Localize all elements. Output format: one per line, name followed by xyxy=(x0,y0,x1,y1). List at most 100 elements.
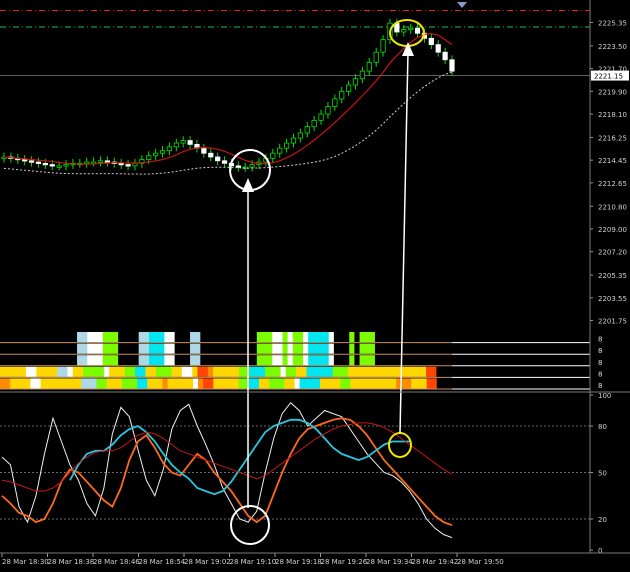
heatmap-cell xyxy=(292,332,299,343)
heatmap-cell xyxy=(203,378,209,389)
oscillator-tick-label: 80 xyxy=(598,423,607,431)
heatmap-cell xyxy=(395,343,402,354)
chart-canvas[interactable]: 2225.352223.502221.702219.902218.102216.… xyxy=(0,0,630,568)
heatmap-cell xyxy=(364,332,371,343)
heatmap-cell xyxy=(184,332,191,343)
heatmap-cell xyxy=(71,343,78,354)
heatmap-cell xyxy=(60,378,67,389)
heatmap-cell xyxy=(61,343,68,354)
heatmap-cell xyxy=(41,332,47,343)
heatmap-cell xyxy=(287,355,294,366)
heatmap-cell xyxy=(138,355,145,366)
heatmap-row-label: 8 xyxy=(598,382,602,390)
heatmap-cell xyxy=(308,332,314,343)
candle-body xyxy=(28,160,35,163)
heatmap-cell xyxy=(380,343,386,354)
candle-body xyxy=(104,160,110,163)
heatmap-cell xyxy=(323,355,330,366)
heatmap-cell xyxy=(111,378,118,389)
time-tick-label: 28 Mar 18:38 xyxy=(48,558,95,566)
candle-body xyxy=(339,90,345,100)
heatmap-cell xyxy=(10,343,16,354)
heatmap-cell xyxy=(251,343,258,354)
price-panel[interactable]: 2225.352223.502221.702219.902218.102216.… xyxy=(0,10,629,326)
heatmap-cell xyxy=(161,366,167,377)
heatmap-cell xyxy=(83,366,89,377)
heatmap-cell xyxy=(226,332,232,343)
heatmap-cell xyxy=(436,366,443,377)
heatmap-cell xyxy=(123,343,129,354)
heatmap-cell xyxy=(143,332,150,343)
heatmap-cell xyxy=(5,332,11,343)
heatmap-cell xyxy=(441,332,448,343)
heatmap-cell xyxy=(441,366,448,377)
heatmap-cell xyxy=(303,355,309,366)
heatmap-cell xyxy=(0,332,6,343)
heatmap-cell xyxy=(87,332,93,343)
heatmap-cell xyxy=(284,378,290,389)
heatmap-cell xyxy=(316,366,323,377)
heatmap-cell xyxy=(20,332,27,343)
heatmap-cell xyxy=(238,378,245,389)
price-tick-label: 2207.20 xyxy=(598,249,627,257)
heatmap-cell xyxy=(162,378,168,389)
heatmap-cell xyxy=(416,343,422,354)
heatmap-cell xyxy=(261,332,268,343)
heatmap-cell xyxy=(128,355,134,366)
heatmap-cell xyxy=(97,343,104,354)
time-tick-label: 28 Mar 19:34 xyxy=(366,558,413,566)
heatmap-cell xyxy=(169,355,176,366)
heatmap-cell xyxy=(420,366,427,377)
ma-fast-line xyxy=(3,32,453,165)
oscillator-panel[interactable]: 100 80 50 20 0 xyxy=(0,392,611,555)
heatmap-cell xyxy=(157,378,163,389)
heatmap-cell xyxy=(5,343,11,354)
heatmap-cell xyxy=(62,366,68,377)
heatmap-cell xyxy=(220,332,227,343)
heatmap-cell xyxy=(30,355,37,366)
heatmap-cell xyxy=(297,343,304,354)
heatmap-cell xyxy=(421,332,427,343)
heatmap-cell xyxy=(208,378,214,389)
time-tick-label: 28 Mar 19:26 xyxy=(321,558,368,566)
candle-body xyxy=(173,142,179,148)
heatmap-cell xyxy=(213,366,219,377)
candle-body xyxy=(159,150,166,154)
heatmap-cell xyxy=(261,343,268,354)
heatmap-cell xyxy=(72,366,79,377)
heatmap-cell xyxy=(354,332,360,343)
heatmap-cell xyxy=(323,332,330,343)
heatmap-cell xyxy=(323,343,330,354)
heatmap-cell xyxy=(410,332,417,343)
heatmap-cell xyxy=(303,343,309,354)
price-tick-label: 2210.80 xyxy=(598,203,627,211)
heatmap-cell xyxy=(129,366,136,377)
oscillator-series-line xyxy=(1,417,453,527)
heatmap-cell xyxy=(187,378,194,389)
heatmap-cell xyxy=(190,355,196,366)
heatmap-cell xyxy=(248,378,255,389)
candle-body xyxy=(180,140,186,144)
heatmap-cell xyxy=(405,332,412,343)
time-tick-label: 28 Mar 19:42 xyxy=(412,558,459,566)
heatmap-cell xyxy=(195,343,201,354)
heatmap-cell xyxy=(421,378,428,389)
heatmap-cell xyxy=(318,332,324,343)
heatmap-cell xyxy=(354,343,360,354)
trading-chart[interactable]: 2225.35 2223.50 2221.70 2219.90 2218.10 2216.… xyxy=(0,0,630,568)
heatmap-cell xyxy=(114,366,120,377)
heatmap-cell xyxy=(31,366,37,377)
heatmap-cell xyxy=(102,332,109,343)
heatmap-cell xyxy=(385,332,391,343)
heatmap-cell xyxy=(15,378,21,389)
candle-body xyxy=(215,156,221,162)
heatmap-cell xyxy=(174,343,181,354)
candle-body xyxy=(332,98,338,107)
heatmap-cell xyxy=(192,378,199,389)
heatmap-cell xyxy=(154,332,160,343)
candle-body xyxy=(297,132,303,139)
heatmap-cell xyxy=(359,355,366,366)
heatmap-cell xyxy=(325,378,331,389)
heatmap-cell xyxy=(363,366,370,377)
signal-heatmap-panel[interactable]: 8 8 8 8 8 xyxy=(0,332,602,390)
